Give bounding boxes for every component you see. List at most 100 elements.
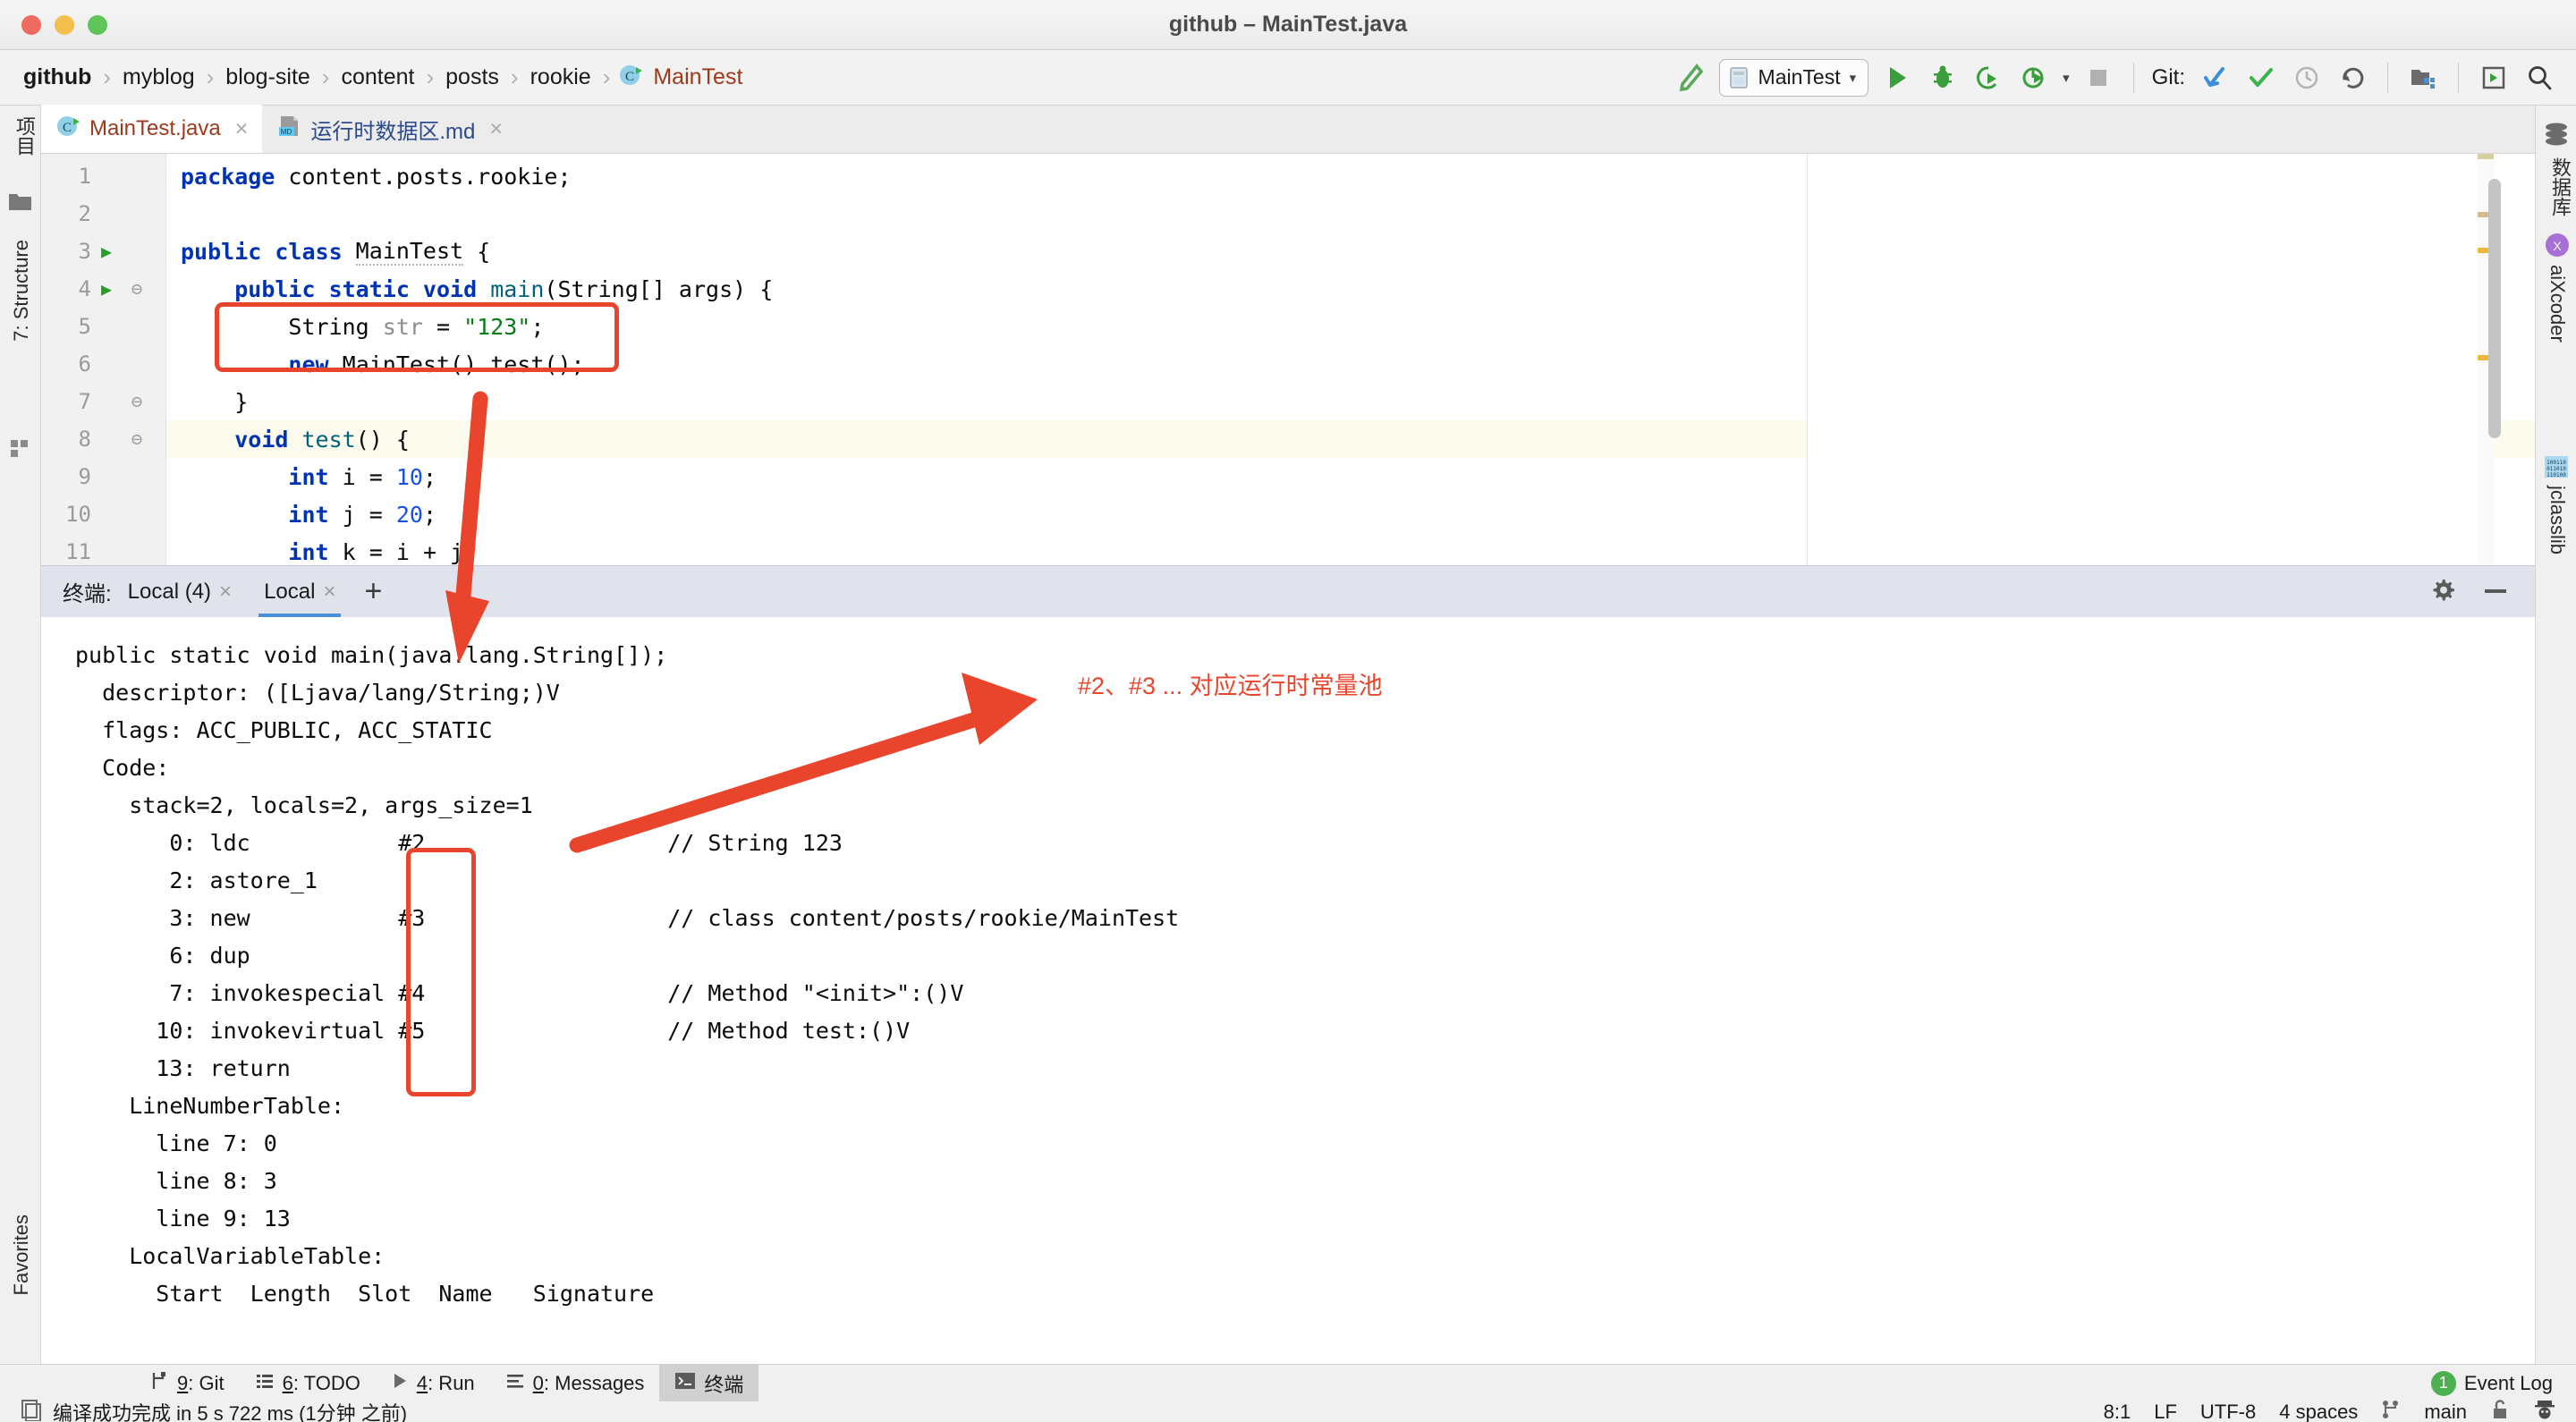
sidebar-item-aixcoder[interactable]: aiXcoder <box>2546 265 2569 343</box>
breadcrumb-item-maintest[interactable]: MainTest <box>649 64 746 90</box>
close-terminal-tab-icon[interactable]: × <box>323 580 335 605</box>
ide-window: github – MainTest.java github › myblog ›… <box>0 0 2576 1422</box>
project-structure-icon[interactable] <box>2406 61 2440 95</box>
code-token: MainTest().test(); <box>342 351 585 377</box>
build-status-icon <box>20 1398 43 1422</box>
close-terminal-tab-icon[interactable]: × <box>219 580 232 605</box>
terminal-line: flags: ACC_PUBLIC, ACC_STATIC <box>75 717 493 743</box>
sidebar-item-favorites[interactable]: Favorites <box>10 1215 33 1295</box>
tool-button-run[interactable]: 4: Run <box>376 1365 490 1402</box>
breadcrumb-item-content[interactable]: content <box>337 64 418 90</box>
run-configuration-selector[interactable]: MainTest ▾ <box>1718 58 1869 97</box>
tool-button-messages[interactable]: 0: Messages <box>490 1365 660 1402</box>
gutter-line[interactable]: 4 ▶ ⊖ <box>41 270 166 308</box>
run-gutter-icon[interactable]: ▶ <box>91 241 122 262</box>
git-update-icon[interactable] <box>2199 61 2233 95</box>
gutter-line[interactable]: 6 <box>41 345 166 383</box>
code-token: MainTest <box>355 237 464 266</box>
editor-tab-maintest-java[interactable]: C MainTest.java × <box>41 105 263 153</box>
file-encoding[interactable]: UTF-8 <box>2200 1401 2256 1422</box>
gutter-line[interactable]: 10 <box>41 495 166 533</box>
search-everywhere-icon[interactable] <box>2522 61 2556 95</box>
close-tab-icon[interactable]: × <box>489 116 503 142</box>
run-icon[interactable] <box>1880 61 1914 95</box>
gutter-line[interactable]: 7 ⊖ <box>41 383 166 420</box>
breadcrumb-item-rookie[interactable]: rookie <box>527 64 595 90</box>
editor-tab-label: MainTest.java <box>89 116 221 140</box>
gutter-line[interactable]: 8 ⊖ <box>41 420 166 458</box>
terminal-tab-local[interactable]: Local × <box>248 566 352 618</box>
svg-text:C: C <box>63 121 72 135</box>
git-rollback-icon[interactable] <box>2335 61 2369 95</box>
svg-text:100110: 100110 <box>2546 460 2566 466</box>
editor-tab-strip: C MainTest.java × MD 运行时数据区.md × <box>41 105 2535 154</box>
hector-icon[interactable] <box>2533 1398 2556 1422</box>
caret-position[interactable]: 8:1 <box>2104 1401 2131 1422</box>
tool-button-label: 终端 <box>704 1373 744 1396</box>
tool-button-git[interactable]: 9: Git <box>134 1365 240 1402</box>
editor-scrollbar[interactable] <box>2488 179 2501 438</box>
run-gutter-icon[interactable]: ▶ <box>91 278 122 300</box>
sidebar-item-project[interactable]: 项目 <box>10 116 38 156</box>
fold-toggle-icon[interactable]: ⊖ <box>122 391 152 412</box>
git-branch-label[interactable]: main <box>2424 1401 2467 1422</box>
gutter-line[interactable]: 1 <box>41 157 166 195</box>
terminal-line: stack=2, locals=2, args_size=1 <box>75 792 533 818</box>
git-commit-icon[interactable] <box>2244 61 2278 95</box>
editor-tab-label: 运行时数据区.md <box>310 119 476 144</box>
profiler-icon[interactable] <box>2017 61 2051 95</box>
breadcrumb-item-posts[interactable]: posts <box>442 64 503 90</box>
minimize-icon[interactable] <box>2483 584 2508 600</box>
close-tab-icon[interactable]: × <box>235 116 249 142</box>
terminal-tab-local-4[interactable]: Local (4) × <box>112 566 248 618</box>
marker-warning <box>2478 154 2494 159</box>
breadcrumb-item-blog-site[interactable]: blog-site <box>222 64 314 90</box>
run-config-icon <box>1729 66 1748 89</box>
sidebar-item-jclasslib[interactable]: jclasslib <box>2546 486 2569 554</box>
line-number: 2 <box>78 201 91 226</box>
line-number: 4 <box>78 276 91 301</box>
event-log-button[interactable]: 1 Event Log <box>2430 1370 2576 1396</box>
gutter-line[interactable]: 3 ▶ <box>41 233 166 270</box>
breadcrumb-item-github[interactable]: github <box>20 64 95 90</box>
breadcrumb-separator-icon: › <box>206 63 215 90</box>
sidebar-item-structure[interactable]: 7: Structure <box>10 240 33 342</box>
gear-icon[interactable] <box>2429 576 2456 607</box>
terminal-line: public static void main(java.lang.String… <box>75 642 668 668</box>
code-token: () { <box>355 426 410 453</box>
line-number: 6 <box>78 351 91 377</box>
fold-toggle-icon[interactable]: ⊖ <box>122 428 152 450</box>
code-token: ; <box>422 501 437 528</box>
profiler-chevron-down-icon[interactable]: ▾ <box>2063 70 2070 86</box>
editor-tab-runtime-data-md[interactable]: MD 运行时数据区.md × <box>262 105 517 153</box>
sidebar-item-database[interactable]: 数据库 <box>2546 157 2574 216</box>
unlocked-icon[interactable] <box>2490 1399 2510 1422</box>
terminal-line: LineNumberTable: <box>75 1093 345 1119</box>
svg-text:MD: MD <box>281 128 292 136</box>
tool-button-terminal[interactable]: 终端 <box>659 1364 759 1402</box>
code-token: 10 <box>395 463 423 490</box>
database-icon <box>2542 122 2571 153</box>
breadcrumb-item-myblog[interactable]: myblog <box>119 64 199 90</box>
gutter-line[interactable]: 2 <box>41 195 166 233</box>
add-terminal-tab-button[interactable]: + <box>364 574 382 609</box>
line-number: 3 <box>78 239 91 264</box>
debug-icon[interactable] <box>1926 61 1960 95</box>
indent-setting[interactable]: 4 spaces <box>2279 1401 2358 1422</box>
plugins-icon[interactable] <box>2477 61 2511 95</box>
editor-gutter[interactable]: 1 2 3 ▶ 4 ▶ ⊖ 5 6 7 ⊖ 8 ⊖ 9 10 11 <box>41 154 166 565</box>
gutter-line[interactable]: 9 <box>41 458 166 495</box>
run-with-coverage-icon[interactable] <box>1971 61 2005 95</box>
tool-button-todo[interactable]: 6: TODO <box>240 1365 376 1402</box>
line-separator[interactable]: LF <box>2154 1401 2177 1422</box>
stop-icon <box>2081 61 2115 95</box>
gutter-line[interactable]: 11 <box>41 533 166 565</box>
hammer-icon[interactable] <box>1674 61 1707 95</box>
java-class-icon: C <box>55 114 80 145</box>
window-title: github – MainTest.java <box>1168 12 1408 37</box>
build-status-message[interactable]: 编译成功完成 in 5 s 722 ms (1分钟 之前) <box>20 1398 407 1422</box>
gutter-line[interactable]: 5 <box>41 308 166 345</box>
terminal-output[interactable]: public static void main(java.lang.String… <box>41 617 2535 1364</box>
code-token: package <box>181 163 289 190</box>
fold-toggle-icon[interactable]: ⊖ <box>122 278 152 300</box>
